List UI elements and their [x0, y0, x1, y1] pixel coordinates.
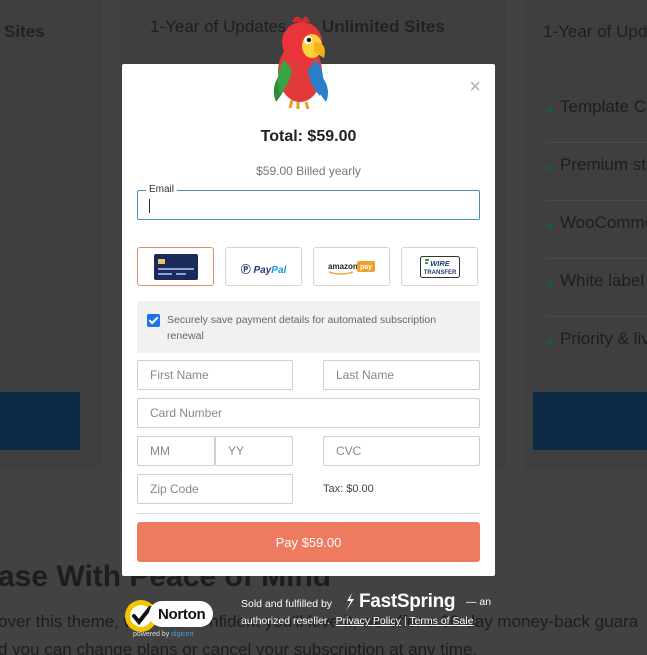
- payment-method-selector: Ⓟ PayPal amazon pay WIRE TRANSFER: [137, 247, 480, 287]
- payment-method-paypal[interactable]: Ⓟ PayPal: [225, 247, 302, 286]
- bg-heading-right: 1-Year of Upd: [543, 22, 647, 41]
- bullet-icon: [547, 107, 553, 113]
- payment-method-wire-transfer[interactable]: WIRE TRANSFER: [401, 247, 478, 286]
- svg-text:WIRE: WIRE: [430, 259, 451, 268]
- fastspring-logo: FastSpring: [344, 591, 456, 613]
- payment-method-card[interactable]: [137, 247, 214, 286]
- wire-transfer-icon: WIRE TRANSFER: [419, 255, 460, 278]
- svg-text:TRANSFER: TRANSFER: [423, 270, 456, 276]
- checkout-modal: × Total: $59.00 $59.00 Billed yearly Ema…: [122, 64, 495, 576]
- svg-text:pay: pay: [360, 264, 372, 271]
- bg-buy-button-right: [533, 392, 647, 450]
- fastspring-mark-icon: [346, 593, 354, 611]
- first-name-field[interactable]: [137, 360, 293, 390]
- bg-feature-item: Premium st: [545, 143, 647, 201]
- save-payment-checkbox[interactable]: [147, 314, 160, 327]
- svg-text:amazon: amazon: [328, 262, 358, 271]
- bg-feature-item: WooComme: [545, 201, 647, 259]
- fastspring-name: FastSpring: [359, 591, 456, 612]
- privacy-policy-link[interactable]: Privacy Policy: [336, 615, 401, 627]
- norton-powered-by: powered by digicert: [133, 631, 194, 638]
- save-payment-label: Securely save payment details for automa…: [167, 314, 437, 342]
- close-icon[interactable]: ×: [469, 77, 481, 97]
- tax-amount: Tax: $0.00: [323, 483, 374, 495]
- expiry-month-field[interactable]: [137, 436, 215, 466]
- last-name-field[interactable]: [323, 360, 480, 390]
- email-field[interactable]: Email: [137, 184, 480, 220]
- card-number-field[interactable]: [137, 398, 480, 428]
- billing-period: $59.00 Billed yearly: [256, 164, 361, 178]
- norton-badge: Norton powered by digicert: [121, 596, 217, 644]
- cvc-field[interactable]: [323, 436, 480, 466]
- bg-heading-left: Sites: [4, 22, 45, 41]
- reseller-text: authorized reseller.: [241, 615, 330, 627]
- email-label: Email: [146, 184, 178, 195]
- divider: [137, 513, 480, 514]
- pay-button[interactable]: Pay $59.00: [137, 522, 480, 562]
- order-total: Total: $59.00: [260, 128, 357, 145]
- bg-feature-item: White label: [545, 259, 647, 317]
- parrot-logo-icon: [273, 16, 328, 110]
- payment-method-amazon-pay[interactable]: amazon pay: [313, 247, 390, 286]
- bullet-icon: [547, 281, 553, 287]
- norton-name: Norton: [158, 606, 206, 623]
- zip-code-field[interactable]: [137, 474, 293, 504]
- sold-by-text: Sold and fulfilled by: [241, 598, 333, 610]
- seller-dash: — an: [466, 596, 492, 608]
- link-separator: |: [403, 615, 407, 627]
- credit-card-icon: [153, 253, 198, 280]
- amazon-pay-icon: amazon pay: [328, 260, 375, 275]
- bg-paragraph-line: d you can change plans or cancel your su…: [0, 640, 478, 655]
- bullet-icon: [547, 223, 553, 229]
- seller-notice-line2: authorized reseller. Privacy Policy | Te…: [241, 612, 511, 630]
- bg-feature-item: Template C: [545, 85, 647, 143]
- paypal-logo-icon: Ⓟ PayPal: [240, 265, 287, 276]
- bullet-icon: [547, 339, 553, 345]
- email-input[interactable]: [148, 198, 448, 213]
- save-payment-option: Securely save payment details for automa…: [137, 301, 480, 353]
- bullet-icon: [547, 165, 553, 171]
- expiry-year-field[interactable]: [215, 436, 293, 466]
- bg-feature-item: Priority & liv: [545, 317, 647, 375]
- bg-buy-button-left: [0, 392, 80, 450]
- terms-of-sale-link[interactable]: Terms of Sale: [409, 615, 473, 627]
